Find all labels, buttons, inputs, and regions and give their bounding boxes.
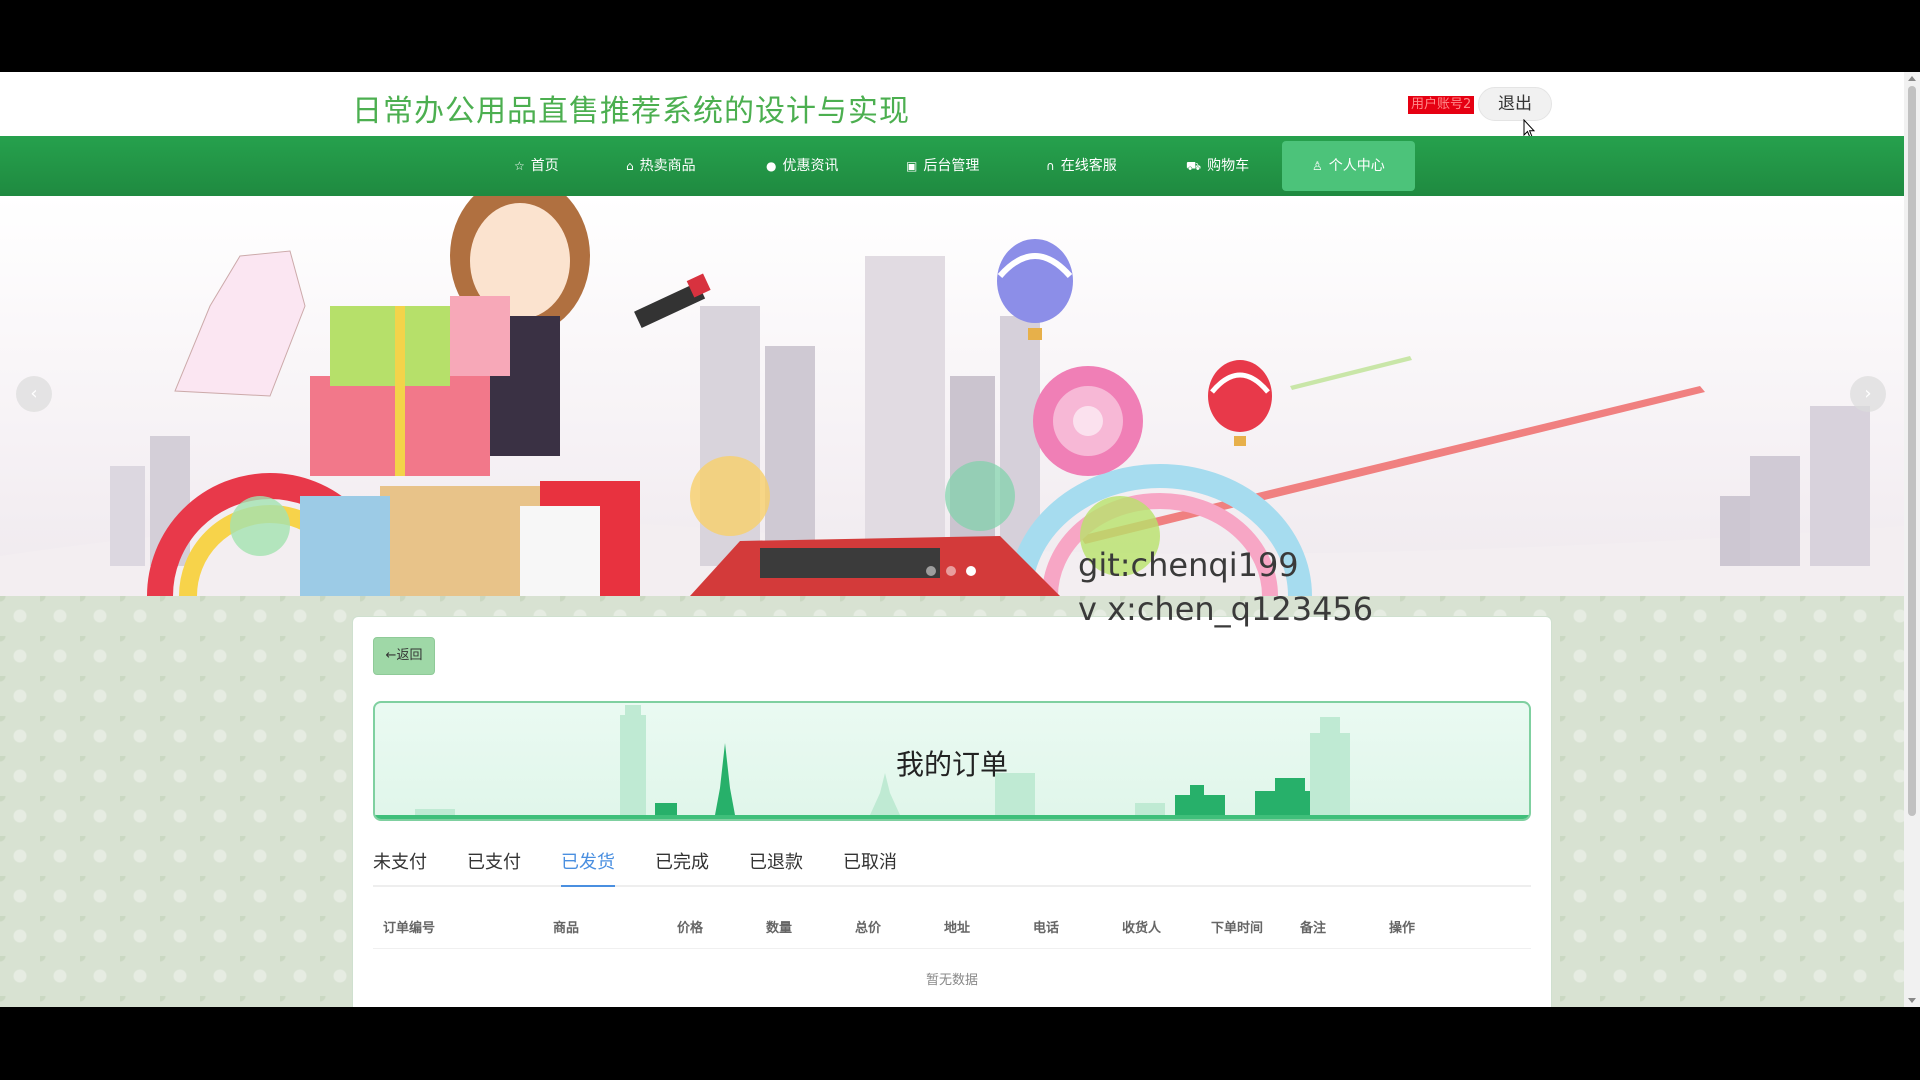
main-navbar: ☆ 首页 ⌂ 热卖商品 ● 优惠资讯 ▣ 后台管理 ∩ 在线客服 ⛟ 购物车 ♙…: [0, 136, 1904, 196]
tab-unpaid[interactable]: 未支付: [373, 847, 427, 887]
carousel-dot[interactable]: [946, 566, 956, 576]
tab-shipped[interactable]: 已发货: [561, 847, 615, 887]
nav-item-label: 优惠资讯: [782, 158, 839, 174]
browser-viewport: 日常办公用品直售推荐系统的设计与实现 用户账号2 退出 ☆ 首页 ⌂ 热卖商品 …: [0, 72, 1904, 1007]
clipboard-icon: ▣: [906, 159, 918, 173]
user-account-label[interactable]: 用户账号2: [1408, 96, 1475, 114]
orders-title-banner: 我的订单: [373, 701, 1531, 821]
bag-icon: ⌂: [626, 159, 634, 173]
nav-item-cart[interactable]: ⛟ 购物车: [1186, 136, 1249, 196]
column-header: 商品: [553, 921, 580, 936]
nav-item-hot-products[interactable]: ⌂ 热卖商品: [626, 136, 696, 196]
column-header: 收货人: [1122, 921, 1162, 936]
carousel-dots: [926, 566, 976, 576]
user-icon: ♙: [1312, 159, 1323, 173]
column-header: 地址: [944, 921, 971, 936]
nav-item-customer-service[interactable]: ∩ 在线客服: [1046, 136, 1117, 196]
orders-card: ←返回 我的订单 未支付 已支付 已发货 已完成 已退款 已取消 订单编号 商品…: [352, 616, 1552, 1007]
hero-banner-carousel[interactable]: ‹ ›: [0, 196, 1904, 596]
column-header: 下单时间: [1211, 921, 1264, 936]
watermark-line-1: git:chenqi199: [1078, 546, 1299, 584]
cart-icon: ⛟: [1186, 159, 1202, 173]
tab-paid[interactable]: 已支付: [467, 847, 521, 887]
carousel-prev-button[interactable]: ‹: [16, 376, 52, 412]
tab-completed[interactable]: 已完成: [655, 847, 709, 887]
banner-illustration: [0, 196, 1904, 596]
star-icon: ☆: [514, 159, 525, 173]
tab-refunded[interactable]: 已退款: [749, 847, 803, 887]
nav-item-personal-center[interactable]: ♙ 个人中心: [1282, 141, 1415, 191]
chevron-right-icon: ›: [1864, 383, 1872, 404]
empty-state-text: 暂无数据: [925, 973, 978, 988]
nav-item-label: 后台管理: [923, 158, 980, 174]
carousel-next-button[interactable]: ›: [1850, 376, 1886, 412]
column-header: 订单编号: [383, 921, 436, 936]
column-header: 备注: [1300, 921, 1327, 936]
back-button[interactable]: ←返回: [373, 637, 435, 675]
chevron-left-icon: ‹: [30, 383, 38, 404]
letterbox-bottom: [0, 1007, 1920, 1080]
scroll-down-icon[interactable]: [1908, 998, 1916, 1003]
tab-cancelled[interactable]: 已取消: [843, 847, 897, 887]
nav-item-label: 热卖商品: [639, 158, 696, 174]
nav-item-label: 购物车: [1207, 158, 1250, 174]
carousel-dot-active[interactable]: [966, 566, 976, 576]
orders-table-header: 订单编号 商品 价格 数量 总价 地址 电话 收货人 下单时间 备注 操作: [373, 909, 1531, 949]
nav-item-promotions[interactable]: ● 优惠资讯: [766, 136, 838, 196]
orders-page-title: 我的订单: [895, 748, 1008, 781]
carousel-dot[interactable]: [926, 566, 936, 576]
info-icon: ●: [766, 159, 777, 173]
column-header: 数量: [766, 921, 793, 936]
letterbox-top: [0, 0, 1920, 72]
headset-icon: ∩: [1046, 159, 1055, 173]
nav-item-admin[interactable]: ▣ 后台管理: [906, 136, 979, 196]
scroll-up-icon[interactable]: [1908, 76, 1916, 81]
column-header: 电话: [1033, 921, 1060, 936]
nav-item-label: 在线客服: [1060, 158, 1117, 174]
column-header: 价格: [677, 921, 704, 936]
scrollbar-thumb[interactable]: [1908, 86, 1916, 816]
site-title: 日常办公用品直售推荐系统的设计与实现: [352, 94, 910, 129]
column-header: 总价: [855, 921, 882, 936]
page-scrollbar[interactable]: [1904, 72, 1920, 1007]
order-status-tabs: 未支付 已支付 已发货 已完成 已退款 已取消: [373, 847, 1531, 887]
watermark-line-2: v x:chen_q123456: [1078, 590, 1374, 628]
logout-button[interactable]: 退出: [1478, 87, 1552, 121]
site-header: 日常办公用品直售推荐系统的设计与实现 用户账号2 退出: [0, 72, 1904, 139]
nav-item-home[interactable]: ☆ 首页: [514, 136, 559, 196]
nav-item-label: 首页: [530, 158, 559, 174]
nav-item-label: 个人中心: [1328, 158, 1385, 174]
column-header: 操作: [1389, 921, 1416, 936]
